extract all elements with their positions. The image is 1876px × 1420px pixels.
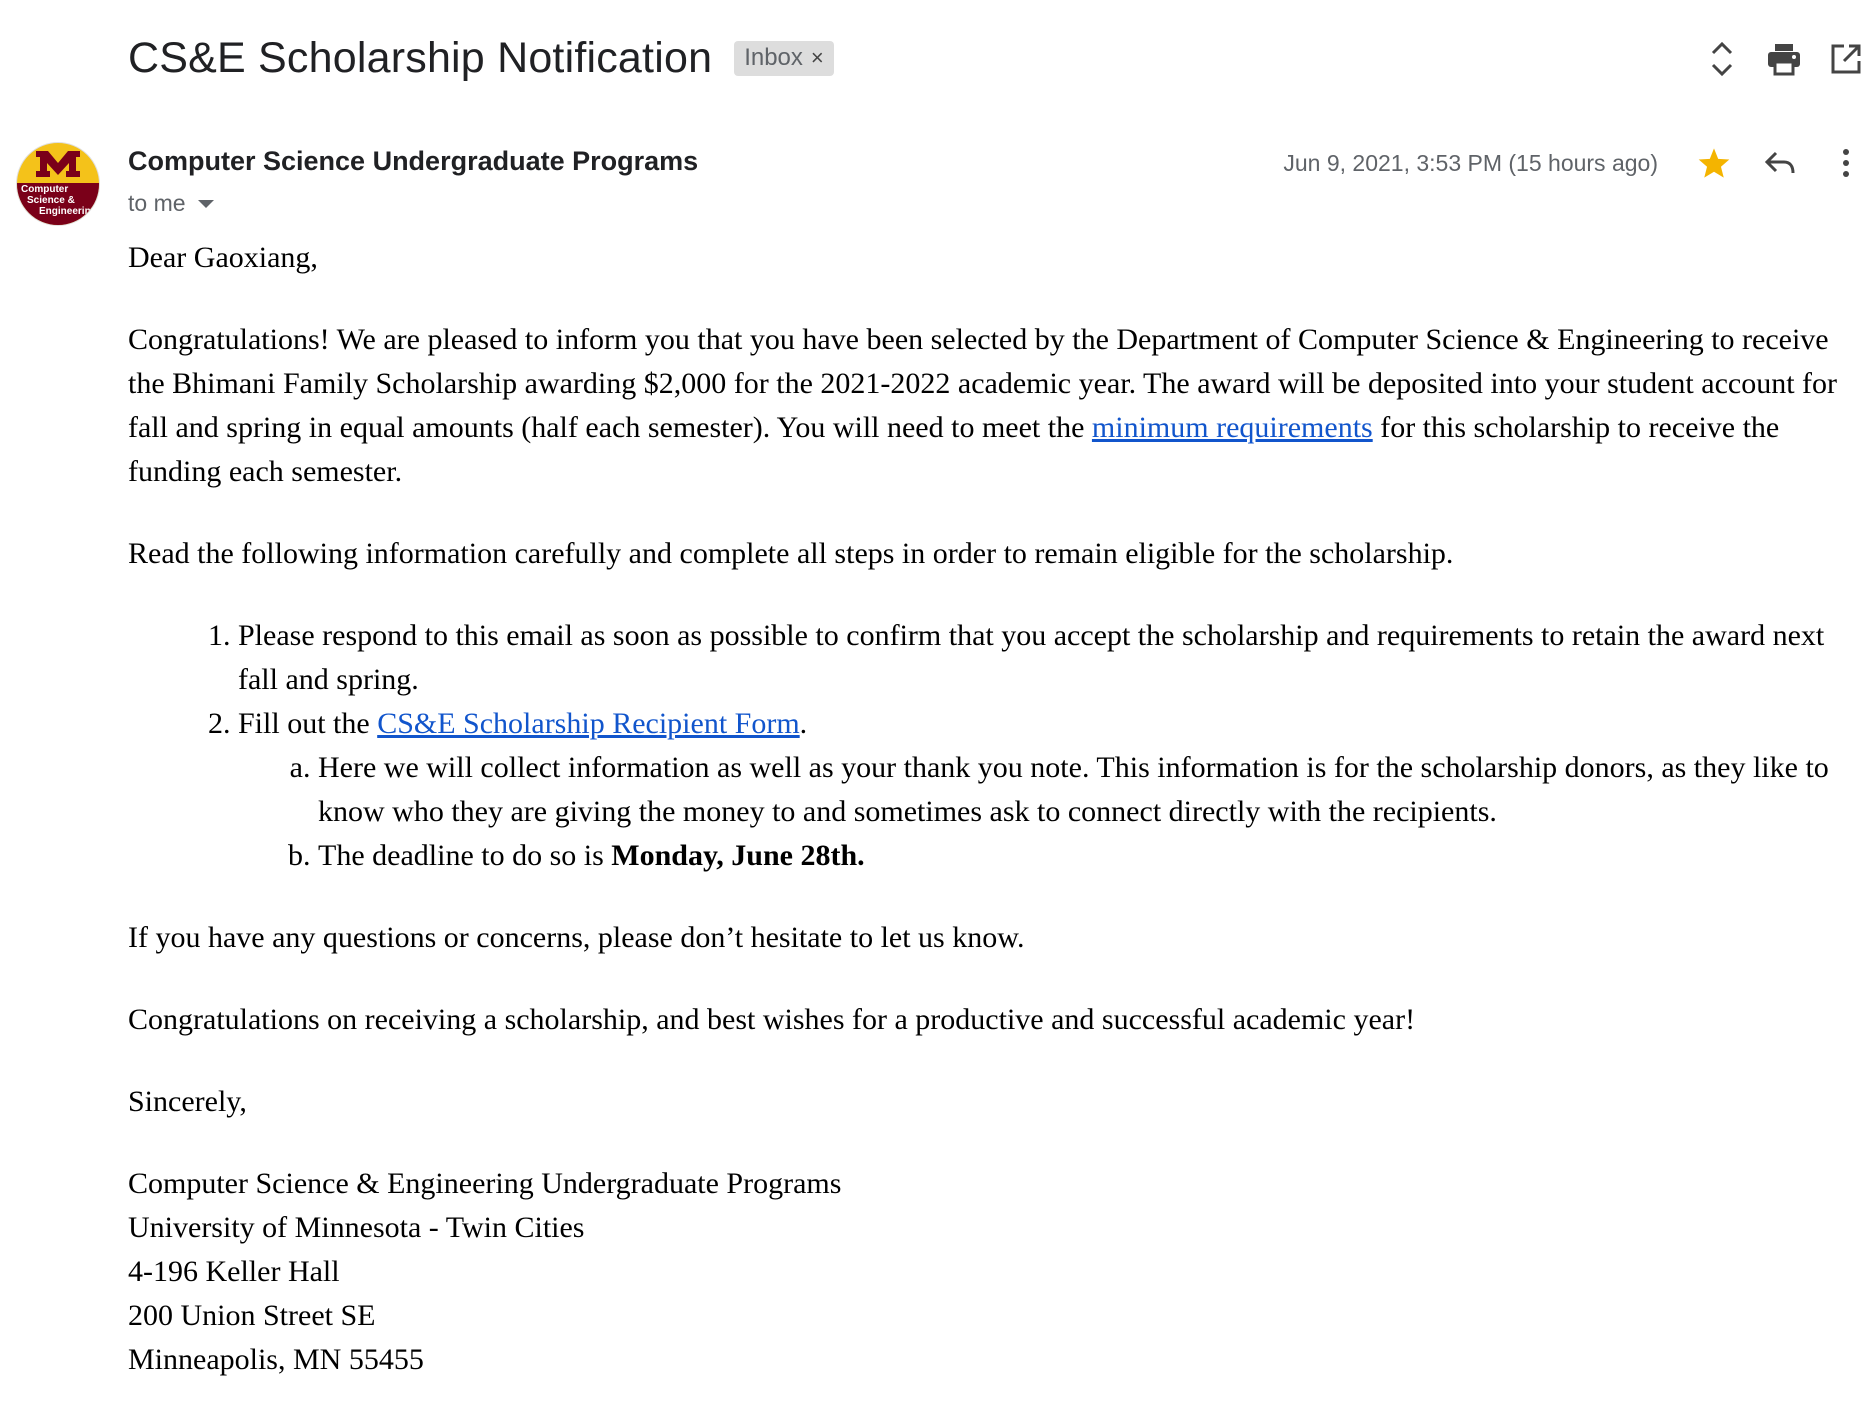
message-date: Jun 9, 2021, 3:53 PM (15 hours ago)	[1283, 149, 1658, 176]
step-2a: Here we will collect information as well…	[318, 746, 1858, 834]
step-1: Please respond to this email as soon as …	[238, 614, 1858, 702]
message-meta: Jun 9, 2021, 3:53 PM (15 hours ago)	[1283, 138, 1876, 188]
deadline-date: Monday, June 28th.	[611, 839, 865, 872]
paragraph-congratulations: Congratulations on receiving a scholarsh…	[128, 1003, 1416, 1036]
email-subject: CS&E Scholarship Notification	[128, 33, 713, 82]
chevron-down-icon[interactable]	[197, 199, 214, 208]
paragraph-questions: If you have any questions or concerns, p…	[128, 921, 1025, 954]
step-2-sublist: Here we will collect information as well…	[238, 746, 1858, 878]
step-2b: The deadline to do so is Monday, June 28…	[318, 834, 1858, 878]
inbox-label-chip[interactable]: Inbox ×	[734, 40, 834, 76]
signature-line: 200 Union Street SE	[128, 1299, 376, 1332]
signature-block: Computer Science & Engineering Undergrad…	[128, 1162, 1858, 1382]
recipient-text: to me	[128, 190, 186, 216]
minimum-requirements-link[interactable]: minimum requirements	[1092, 411, 1373, 444]
closing: Sincerely,	[128, 1085, 247, 1118]
signature-line: Computer Science & Engineering Undergrad…	[128, 1167, 842, 1200]
print-icon[interactable]	[1756, 31, 1812, 87]
avatar-text: Computer Science & Engineering	[21, 184, 97, 217]
paragraph-award: Congratulations! We are pleased to infor…	[128, 323, 1838, 488]
star-icon[interactable]	[1686, 135, 1742, 191]
inbox-label-text: Inbox	[744, 43, 803, 71]
recipient-form-link[interactable]: CS&E Scholarship Recipient Form	[377, 707, 799, 740]
email-body: Dear Gaoxiang, Congratulations! We are p…	[128, 236, 1858, 1382]
expand-collapse-icon[interactable]	[1694, 31, 1750, 87]
remove-label-icon[interactable]: ×	[811, 45, 824, 71]
recipient-details-toggle[interactable]: to me	[128, 190, 214, 217]
open-new-window-icon[interactable]	[1818, 31, 1874, 87]
step-2: Fill out the CS&E Scholarship Recipient …	[238, 702, 1858, 878]
top-toolbar	[1694, 32, 1876, 86]
sender-avatar[interactable]: Computer Science & Engineering	[16, 142, 100, 226]
sender-name[interactable]: Computer Science Undergraduate Programs	[128, 146, 698, 177]
steps-list: Please respond to this email as soon as …	[128, 614, 1858, 878]
more-options-icon[interactable]	[1818, 135, 1874, 191]
subject-row: CS&E Scholarship Notification Inbox ×	[128, 30, 834, 86]
signature-line: University of Minnesota - Twin Cities	[128, 1211, 585, 1244]
paragraph-instructions: Read the following information carefully…	[128, 537, 1454, 570]
reply-icon[interactable]	[1752, 135, 1808, 191]
signature-line: Minneapolis, MN 55455	[128, 1343, 424, 1376]
university-logo-icon	[36, 151, 80, 177]
greeting: Dear Gaoxiang,	[128, 241, 318, 274]
signature-line: 4-196 Keller Hall	[128, 1255, 340, 1288]
